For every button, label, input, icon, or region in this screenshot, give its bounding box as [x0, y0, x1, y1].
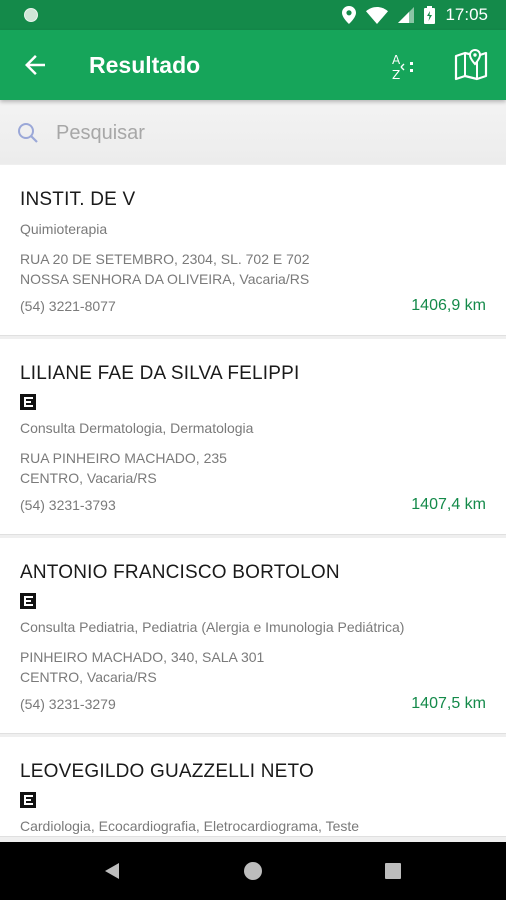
- sort-alpha-icon[interactable]: A Z: [388, 50, 420, 82]
- map-icon[interactable]: [453, 48, 489, 84]
- svg-text:Z: Z: [392, 68, 400, 82]
- arrow-left-icon[interactable]: [20, 50, 50, 80]
- status-icons: 17:05: [342, 0, 488, 30]
- result-specialty: Consulta Pediatria, Pediatria (Alergia e…: [20, 619, 405, 635]
- svg-text:A: A: [392, 53, 401, 67]
- address-line-1: PINHEIRO MACHADO, 340, SALA 301: [20, 649, 265, 665]
- clock: 17:05: [445, 5, 488, 24]
- nav-recents-icon[interactable]: [385, 863, 401, 879]
- result-distance: 1406,9 km: [411, 297, 486, 314]
- result-name: INSTIT. DE V: [20, 189, 136, 210]
- result-specialty: Quimioterapia: [20, 221, 108, 237]
- result-distance: 1407,5 km: [411, 695, 486, 712]
- notification-icon: [24, 8, 38, 22]
- e-badge-icon: [20, 593, 36, 609]
- result-name: ANTONIO FRANCISCO BORTOLON: [20, 562, 340, 583]
- search-icon: [18, 123, 38, 143]
- nav-home-icon[interactable]: [244, 862, 262, 880]
- result-name: LEOVEGILDO GUAZZELLI NETO: [20, 761, 314, 782]
- e-badge-icon: [20, 394, 36, 410]
- result-card[interactable]: LEOVEGILDO GUAZZELLI NETO Cardiologia, E…: [0, 737, 506, 837]
- result-specialty: Cardiologia, Ecocardiografia, Eletrocard…: [20, 818, 360, 834]
- result-address: PINHEIRO MACHADO, 340, SALA 301 CENTRO, …: [20, 647, 486, 687]
- location-icon: [342, 6, 357, 24]
- signal-icon: [398, 7, 415, 23]
- e-badge-icon: [20, 792, 36, 808]
- result-footer: (54) 3231-3279 1407,5 km: [20, 695, 486, 733]
- result-footer: (54) 3231-3793 1407,4 km: [20, 496, 486, 534]
- result-name: LILIANE FAE DA SILVA FELIPPI: [20, 363, 300, 384]
- app-bar: Resultado A Z: [0, 30, 506, 100]
- address-line-2: NOSSA SENHORA DA OLIVEIRA, Vacaria/RS: [20, 271, 310, 287]
- result-address: RUA PINHEIRO MACHADO, 235 CENTRO, Vacari…: [20, 448, 486, 488]
- result-distance: 1407,4 km: [411, 496, 486, 513]
- page-title: Resultado: [89, 52, 201, 78]
- result-card[interactable]: LILIANE FAE DA SILVA FELIPPI Consulta De…: [0, 339, 506, 535]
- battery-icon: [424, 6, 436, 24]
- result-address: RUA 20 DE SETEMBRO, 2304, SL. 702 E 702 …: [20, 249, 486, 289]
- system-nav-bar: [0, 842, 506, 900]
- result-footer: (54) 3221-8077 1406,9 km: [20, 297, 486, 335]
- address-line-2: CENTRO, Vacaria/RS: [20, 470, 157, 486]
- nav-back-icon[interactable]: [103, 862, 121, 880]
- address-line-1: RUA 20 DE SETEMBRO, 2304, SL. 702 E 702: [20, 251, 310, 267]
- search-input[interactable]: [54, 114, 478, 152]
- result-phone[interactable]: (54) 3231-3793: [20, 497, 116, 513]
- result-card[interactable]: INSTIT. DE V Quimioterapia RUA 20 DE SET…: [0, 165, 506, 336]
- result-phone[interactable]: (54) 3231-3279: [20, 696, 116, 712]
- result-phone[interactable]: (54) 3221-8077: [20, 298, 116, 314]
- address-line-1: RUA PINHEIRO MACHADO, 235: [20, 450, 227, 466]
- address-line-2: CENTRO, Vacaria/RS: [20, 669, 157, 685]
- wifi-icon: [366, 6, 389, 24]
- results-list: INSTIT. DE V Quimioterapia RUA 20 DE SET…: [0, 165, 506, 842]
- result-card[interactable]: ANTONIO FRANCISCO BORTOLON Consulta Pedi…: [0, 538, 506, 734]
- result-specialty: Consulta Dermatologia, Dermatologia: [20, 420, 254, 436]
- search-bar: [0, 100, 506, 164]
- status-bar: 17:05: [0, 0, 506, 30]
